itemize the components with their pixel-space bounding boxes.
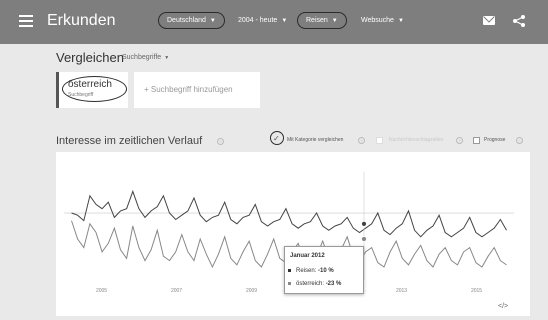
chevron-down-icon: ▼ [164, 55, 170, 61]
tooltip-date: Januar 2012 [290, 253, 325, 259]
help-icon[interactable]: ? [217, 138, 224, 145]
compare-type-dropdown[interactable]: Suchbegriffe ▼ [122, 54, 169, 61]
app-title: Erkunden [47, 12, 116, 29]
compare-type-label: Suchbegriffe [122, 54, 162, 61]
category-filter-label: Reisen [306, 17, 328, 24]
checkbox-checked-icon[interactable]: ✓ [273, 134, 280, 143]
mail-icon[interactable] [483, 16, 495, 25]
legend-swatch [288, 268, 291, 272]
series-line-0 [71, 189, 507, 238]
chevron-down-icon: ▼ [331, 18, 338, 24]
search-type-filter[interactable]: Websuche ▼ [361, 17, 404, 24]
tooltip-label: Reisen: [296, 268, 317, 274]
interest-title: Interesse im zeitlichen Verlauf [56, 135, 203, 147]
top-bar: Erkunden Deutschland ▼ 2004 - heute ▼ Reis… [0, 0, 548, 44]
term-type: Suchbegriff [68, 92, 94, 98]
category-filter[interactable]: Reisen ▼ [297, 12, 347, 29]
legend-swatch [288, 281, 291, 285]
help-icon[interactable]: ? [456, 137, 463, 144]
search-type-filter-label: Websuche [361, 17, 394, 24]
time-filter-label: 2004 - heute [238, 17, 278, 24]
region-filter-label: Deutschland [167, 17, 206, 24]
embed-icon[interactable]: </> [498, 303, 508, 310]
hover-point-0 [361, 220, 367, 227]
x-tick-label: 2005 [96, 288, 107, 294]
x-tick-label: 2009 [246, 288, 257, 294]
x-tick-label: 2015 [471, 288, 482, 294]
menu-icon[interactable] [19, 15, 33, 27]
compare-title: Vergleichen [56, 50, 124, 65]
tooltip-row-reisen: Reisen: -10 % [288, 268, 334, 274]
forecast-checkbox[interactable] [473, 137, 480, 144]
chevron-down-icon: ▼ [397, 18, 404, 24]
forecast-label: Prognose [484, 137, 506, 143]
tooltip-label: österreich: [296, 281, 325, 287]
tooltip-row-oesterreich: österreich: -23 % [288, 281, 341, 287]
time-filter[interactable]: 2004 - heute ▼ [238, 17, 287, 24]
tooltip-value: -10 % [318, 268, 334, 274]
chevron-down-icon: ▼ [281, 18, 288, 24]
x-tick-label: 2013 [396, 288, 407, 294]
chevron-down-icon: ▼ [209, 18, 216, 24]
help-icon[interactable]: ? [358, 137, 365, 144]
compare-category-label: Mit Kategorie vergleichen [287, 137, 344, 143]
news-headlines-label: Nachrichtenschlagzeilen [389, 137, 444, 143]
term-name: österreich [68, 79, 112, 90]
share-icon[interactable] [512, 14, 526, 28]
news-headlines-checkbox[interactable] [376, 137, 383, 144]
x-tick-label: 2007 [171, 288, 182, 294]
add-term-label: + Suchbegriff hinzufügen [144, 85, 233, 94]
region-filter[interactable]: Deutschland ▼ [158, 12, 225, 29]
help-icon[interactable]: ? [516, 137, 523, 144]
tooltip-value: -23 % [325, 281, 342, 287]
hover-point-1 [361, 236, 367, 242]
